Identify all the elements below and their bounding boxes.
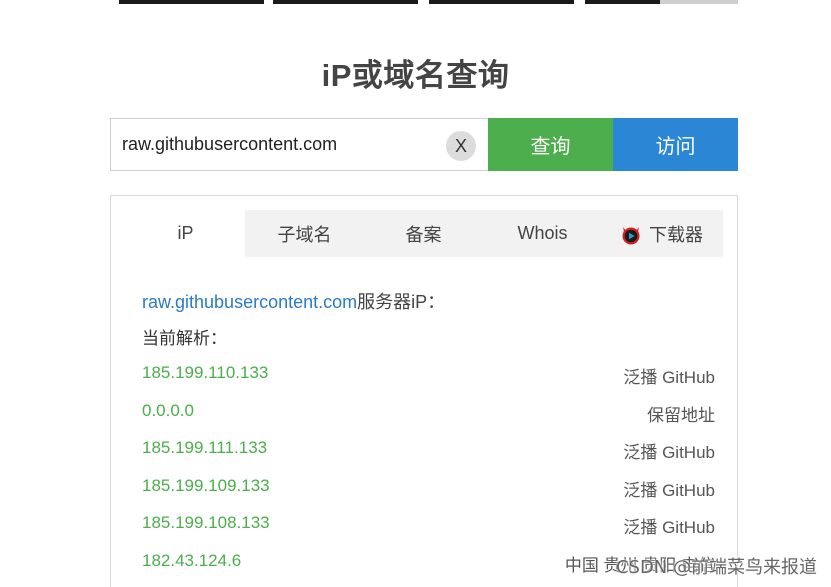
visit-button[interactable]: 访问: [613, 118, 738, 171]
ip-address[interactable]: 185.199.111.133: [142, 438, 267, 458]
ip-row: 0.0.0.0 保留地址: [142, 398, 715, 436]
clear-button[interactable]: X: [446, 131, 476, 161]
tab-ip[interactable]: iP: [126, 210, 245, 257]
tab-downloader-label: 下载器: [649, 224, 703, 245]
ip-row: 185.199.108.133 泛播 GitHub: [142, 510, 715, 548]
result-title: raw.githubusercontent.com服务器iP：: [142, 288, 445, 314]
result-domain-link[interactable]: raw.githubusercontent.com: [142, 292, 357, 312]
result-panel: iP 子域名 备案 Whois 下载器 raw.githubuserconten…: [110, 195, 738, 587]
tab-icp-label: 备案: [405, 224, 442, 245]
tab-whois[interactable]: Whois: [483, 210, 602, 257]
ip-address[interactable]: 182.43.124.6: [142, 551, 241, 571]
top-nav-item-1[interactable]: [119, 0, 264, 4]
ip-row: 185.199.109.133 泛播 GitHub: [142, 473, 715, 511]
result-title-suffix: 服务器iP：: [357, 292, 446, 312]
ip-row: 185.199.110.133 泛播 GitHub: [142, 360, 715, 398]
top-nav-strip: [0, 0, 831, 6]
watermark: CSDN @前端菜鸟来报道: [615, 557, 817, 578]
ip-location: 泛播 GitHub: [623, 368, 715, 387]
tab-downloader[interactable]: 下载器: [602, 210, 721, 257]
top-nav-item-3[interactable]: [429, 0, 574, 4]
ip-location: 泛播 GitHub: [623, 480, 715, 500]
ip-row: 185.199.111.133 泛播 GitHub: [142, 435, 715, 473]
ip-list: 185.199.110.133 泛播 GitHub 0.0.0.0 保留地址 1…: [142, 360, 715, 585]
tab-subdomain[interactable]: 子域名: [245, 210, 364, 257]
ip-location: 泛播 GitHub: [623, 518, 715, 537]
tab-whois-label: Whois: [517, 223, 568, 243]
top-nav-item-2[interactable]: [273, 0, 418, 4]
search-input[interactable]: [111, 119, 431, 170]
tab-icp[interactable]: 备案: [364, 210, 483, 257]
tab-subdomain-label: 子域名: [277, 224, 332, 245]
tab-bar: iP 子域名 备案 Whois 下载器: [126, 210, 723, 257]
parse-label: 当前解析：: [142, 329, 227, 348]
top-nav-item-4-highlight[interactable]: [660, 0, 738, 4]
query-button[interactable]: 查询: [488, 118, 613, 171]
top-nav-item-4[interactable]: [585, 0, 660, 4]
ip-location: 泛播 GitHub: [623, 443, 715, 462]
ip-address[interactable]: 185.199.108.133: [142, 513, 270, 533]
search-row: X 查询 访问: [110, 118, 738, 171]
search-box: X: [110, 118, 488, 171]
devil-play-icon: [622, 226, 640, 244]
page-title: iP或域名查询: [321, 58, 510, 93]
tab-ip-label: iP: [177, 223, 194, 243]
ip-address[interactable]: 185.199.109.133: [142, 476, 270, 496]
ip-address[interactable]: 185.199.110.133: [142, 363, 268, 383]
ip-address[interactable]: 0.0.0.0: [142, 401, 194, 421]
ip-location: 保留地址: [647, 405, 715, 425]
